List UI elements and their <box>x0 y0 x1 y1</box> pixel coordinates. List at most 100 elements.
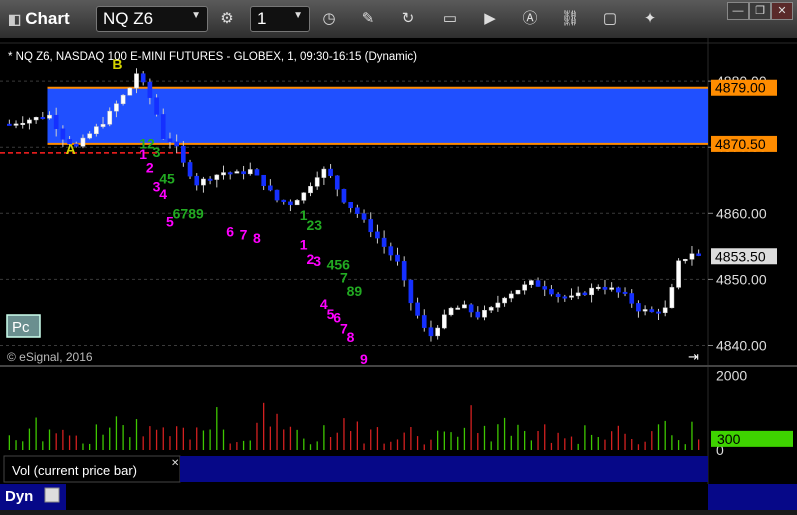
candle <box>636 303 641 312</box>
link-icon[interactable]: ⛓ <box>557 6 583 32</box>
dyn-label: Dyn <box>5 488 33 505</box>
chevron-down-icon[interactable]: ▼ <box>293 10 303 21</box>
candle <box>13 123 19 126</box>
y-tick-label: 4860.00 <box>716 205 767 221</box>
candle <box>642 309 648 312</box>
candle <box>194 175 200 186</box>
count-label: 2 <box>146 159 154 175</box>
candle <box>375 231 380 239</box>
candle <box>408 279 414 304</box>
candle <box>221 172 226 176</box>
clock-icon[interactable]: ◷ <box>316 6 342 32</box>
lock-icon[interactable] <box>44 487 60 503</box>
demand-zone <box>0 86 708 154</box>
get-icon[interactable]: ▭ <box>437 6 463 32</box>
count-label: A <box>66 141 76 157</box>
candle <box>475 311 481 318</box>
pencil-icon[interactable]: ✎ <box>355 6 381 32</box>
candle <box>535 280 541 287</box>
candle <box>281 199 287 203</box>
restore-button[interactable]: ❐ <box>749 2 771 20</box>
count-label: 4 <box>159 186 167 202</box>
pc-button[interactable]: Pc <box>6 314 41 338</box>
candle <box>582 292 588 296</box>
count-label: 6789 <box>173 206 204 222</box>
candle <box>87 133 92 139</box>
close-icon[interactable]: ✕ <box>171 458 179 469</box>
candle <box>187 162 193 177</box>
candle <box>448 307 454 316</box>
candle <box>562 296 568 299</box>
candle <box>268 185 273 191</box>
minimize-button[interactable]: — <box>727 2 749 20</box>
candle <box>247 169 253 175</box>
count-label: 89 <box>347 283 363 299</box>
candle <box>569 295 574 298</box>
candle <box>522 284 527 291</box>
candle <box>529 280 534 285</box>
candle <box>261 174 266 187</box>
candle <box>689 253 695 260</box>
candle <box>134 73 139 89</box>
chart-area[interactable]: B A 1 2 3 4 5 6 7 8 1 2 3 4 5 6 7 8 9 12 3 45 6789 1 23 456 7 89 48… <box>0 38 797 510</box>
candle <box>662 307 668 313</box>
candle <box>47 114 52 119</box>
candle <box>656 311 661 314</box>
last-price-label: 4853.50 <box>715 248 766 264</box>
alert-icon[interactable]: Ⓐ <box>517 6 543 32</box>
candle <box>341 189 347 203</box>
interval-value: 1 <box>257 9 267 28</box>
count-label: 45 <box>159 171 175 187</box>
candle <box>435 327 440 337</box>
volume-label-strip <box>180 456 708 482</box>
candle <box>361 213 367 220</box>
candle <box>508 293 514 299</box>
candle <box>160 114 166 139</box>
candle <box>301 192 307 201</box>
candle <box>502 297 507 304</box>
candle <box>468 304 474 313</box>
candle <box>227 172 233 175</box>
candle <box>114 103 119 112</box>
zone-low-label: 4870.50 <box>715 136 766 152</box>
candle <box>669 287 675 309</box>
candle <box>214 174 220 180</box>
candle <box>415 302 420 316</box>
zone-high-label: 4879.00 <box>715 80 766 96</box>
chat-icon[interactable]: ▢ <box>597 6 623 32</box>
y-tick-label: 4840.00 <box>716 337 767 353</box>
goto-end-icon[interactable]: ⇥ <box>688 349 699 364</box>
interval-input[interactable]: 1 ▼ <box>250 6 310 32</box>
candle <box>201 178 206 186</box>
candle <box>328 168 333 177</box>
copyright-label: © eSignal, 2016 <box>7 350 93 364</box>
candle <box>140 73 146 83</box>
y-tick-label: 4850.00 <box>716 271 767 287</box>
twitter-icon[interactable]: ✦ <box>637 6 663 32</box>
play-icon[interactable]: ▶ <box>477 6 503 32</box>
chevron-down-icon[interactable]: ▼ <box>191 10 201 21</box>
candle <box>442 314 447 329</box>
chart-svg[interactable]: BA 123456 7 8 123456789123456789 123456789 48… <box>0 38 797 510</box>
candle <box>649 309 655 313</box>
close-button[interactable]: ✕ <box>771 2 793 20</box>
candle <box>167 138 173 143</box>
candle <box>254 169 260 176</box>
candle <box>174 141 179 147</box>
candle <box>609 287 614 290</box>
candle <box>181 145 186 163</box>
candle <box>515 289 521 295</box>
volume-tick-label: 2000 <box>716 368 747 384</box>
count-label: 7 <box>240 227 248 243</box>
candle <box>314 177 320 187</box>
symbol-input[interactable]: NQ Z6 ▼ <box>96 6 208 32</box>
count-label: 3 <box>153 144 161 160</box>
count-label: 6 <box>226 223 234 239</box>
candle <box>381 237 387 247</box>
candle <box>421 315 427 328</box>
gear-icon[interactable]: ⚙ <box>214 6 240 32</box>
candle <box>154 97 159 115</box>
count-label: 8 <box>253 230 261 246</box>
refresh-icon[interactable]: ↻ <box>395 6 421 32</box>
candle <box>482 310 487 318</box>
